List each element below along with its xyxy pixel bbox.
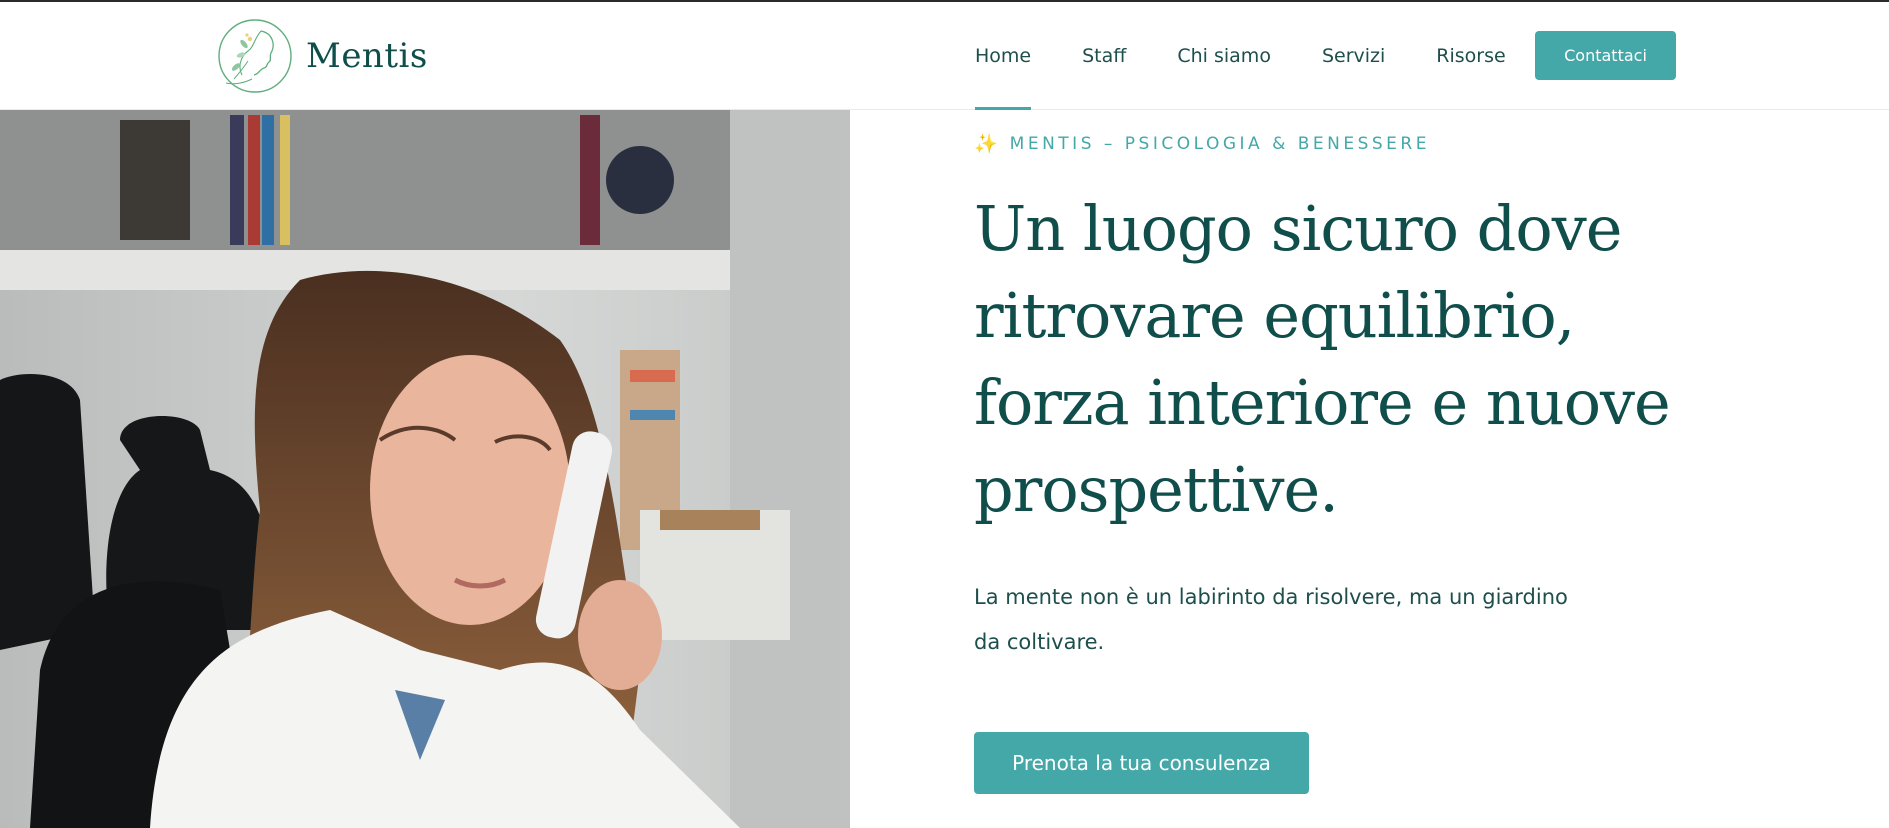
nav-item-home[interactable]: Home xyxy=(975,2,1032,110)
hero-headline: Un luogo sicuro dove ritrovare equilibri… xyxy=(974,192,1671,526)
nav-item-risorse[interactable]: Risorse xyxy=(1436,2,1505,110)
sparkle-icon: ✨ xyxy=(974,133,998,155)
brand-name: Mentis xyxy=(306,36,428,76)
woman-on-phone-photo xyxy=(0,110,850,828)
book-consultation-button[interactable]: Prenota la tua consulenza xyxy=(974,732,1309,794)
hero-content: ✨ MENTIS – PSICOLOGIA & BENESSERE Un luo… xyxy=(974,110,1734,794)
main-navigation: Home Staff Chi siamo Servizi Risorse xyxy=(975,2,1506,110)
hero-photo xyxy=(0,110,850,828)
contact-button[interactable]: Contattaci xyxy=(1535,31,1676,80)
nav-item-chi-siamo[interactable]: Chi siamo xyxy=(1177,2,1271,110)
brand-logo-link[interactable]: Mentis xyxy=(214,17,428,95)
nav-item-servizi[interactable]: Servizi xyxy=(1322,2,1385,110)
hero-eyebrow: ✨ MENTIS – PSICOLOGIA & BENESSERE xyxy=(974,132,1734,155)
hero-eyebrow-text: MENTIS – PSICOLOGIA & BENESSERE xyxy=(1009,133,1430,154)
nav-item-staff[interactable]: Staff xyxy=(1082,2,1126,110)
hero-lead: La mente non è un labirinto da risolvere… xyxy=(974,585,1568,654)
site-header: Mentis Home Staff Chi siamo Servizi Riso… xyxy=(0,2,1889,110)
woman-profile-leaf-logo-icon xyxy=(218,19,292,93)
